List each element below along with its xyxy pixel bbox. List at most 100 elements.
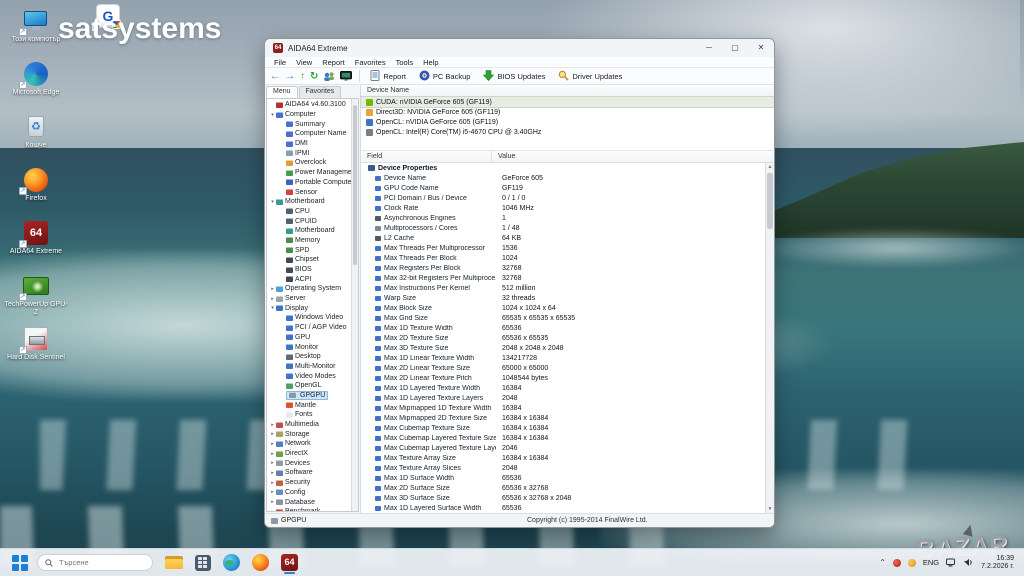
pc-backup-button[interactable]: PC Backup xyxy=(416,70,474,83)
desktop-icon-aida64[interactable]: 64 ↗ AIDA64 Extreme xyxy=(4,220,68,256)
field-value-header[interactable]: Field Value xyxy=(361,151,774,163)
tab-menu[interactable]: Menu xyxy=(266,86,298,98)
search-box[interactable] xyxy=(37,554,153,571)
taskbar-globe-app-icon[interactable] xyxy=(221,552,242,574)
collapse-icon[interactable]: ▾ xyxy=(269,199,276,205)
table-row[interactable]: Max 1D Linear Texture Width 134217728 xyxy=(361,353,765,363)
menu-item-report[interactable]: Report xyxy=(317,58,350,67)
start-button[interactable] xyxy=(12,554,28,571)
tree-item-security[interactable]: ▸ Security xyxy=(267,478,351,488)
tree-item-sensor[interactable]: Sensor xyxy=(267,187,351,197)
expand-icon[interactable]: ▸ xyxy=(269,296,276,302)
tree-item-desktop[interactable]: Desktop xyxy=(267,352,351,362)
table-row[interactable]: Device Name GeForce 605 xyxy=(361,173,765,183)
expand-icon[interactable]: ▸ xyxy=(269,422,276,428)
tree-item-network[interactable]: ▸ Network xyxy=(267,439,351,449)
tree-item-storage[interactable]: ▸ Storage xyxy=(267,429,351,439)
table-row[interactable]: Clock Rate 1046 MHz xyxy=(361,203,765,213)
red-tray-icon[interactable] xyxy=(892,558,901,567)
table-row[interactable]: Max Cubemap Layered Texture Size 16384 x … xyxy=(361,433,765,443)
bios-updates-button[interactable]: BIOS Updates xyxy=(480,69,548,83)
tree-item-multi-monitor[interactable]: Multi-Monitor xyxy=(267,362,351,372)
tree-item-benchmark[interactable]: ▸ Benchmark xyxy=(267,507,351,511)
tree-item-cpu[interactable]: CPU xyxy=(267,207,351,217)
table-row[interactable]: Max 2D Surface Size 65536 x 32768 xyxy=(361,483,765,493)
language-indicator[interactable]: ENG xyxy=(923,558,939,567)
table-row[interactable]: Max 1D Layered Texture Layers 2048 xyxy=(361,393,765,403)
desktop-icon-firefox[interactable]: ↗ Firefox xyxy=(4,167,68,203)
table-row[interactable]: Max Registers Per Block 32768 xyxy=(361,263,765,273)
table-row[interactable]: Max Threads Per Block 1024 xyxy=(361,253,765,263)
tree-item-motherboard[interactable]: Motherboard xyxy=(267,226,351,236)
desktop-icon-edge[interactable]: ↗ Microsoft Edge xyxy=(4,61,68,97)
tree-item-acpi[interactable]: ACPI xyxy=(267,274,351,284)
up-icon[interactable]: ↑ xyxy=(300,69,305,84)
minimize-button[interactable]: ─ xyxy=(696,39,722,57)
search-input[interactable] xyxy=(57,557,127,568)
tree-item-pci-agp-video[interactable]: PCI / AGP Video xyxy=(267,323,351,333)
maximize-button[interactable]: ▢ xyxy=(722,39,748,57)
table-row[interactable]: Max 1D Surface Width 65536 xyxy=(361,473,765,483)
tree-item-config[interactable]: ▸ Config xyxy=(267,488,351,498)
forward-icon[interactable]: → xyxy=(285,69,295,84)
menu-item-file[interactable]: File xyxy=(269,58,291,67)
expand-icon[interactable]: ▸ xyxy=(269,499,276,505)
expand-icon[interactable]: ▸ xyxy=(269,441,276,447)
table-row[interactable]: Multiprocessors / Cores 1 / 48 xyxy=(361,223,765,233)
table-row[interactable]: Max 1D Texture Width 65536 xyxy=(361,323,765,333)
tree-item-database[interactable]: ▸ Database xyxy=(267,497,351,507)
device-row[interactable]: OpenCL: nVIDIA GeForce 605 (GF119) xyxy=(361,117,774,127)
table-row[interactable]: Max Instructions Per Kernel 512 million xyxy=(361,283,765,293)
table-row[interactable]: Max 3D Surface Size 65536 x 32768 x 2048 xyxy=(361,493,765,503)
table-row[interactable]: Asynchronous Engines 1 xyxy=(361,213,765,223)
table-row[interactable]: Max 1D Layered Surface Width 65536 xyxy=(361,503,765,513)
tree-item-windows-video[interactable]: Windows Video xyxy=(267,313,351,323)
tree-item-ipmi[interactable]: IPMI xyxy=(267,148,351,158)
table-row[interactable]: Max Block Size 1024 x 1024 x 64 xyxy=(361,303,765,313)
table-row[interactable]: Max 2D Linear Texture Pitch 1048544 bytes xyxy=(361,373,765,383)
device-row[interactable]: OpenCL: Intel(R) Core(TM) i5-4670 CPU @ … xyxy=(361,127,774,137)
tree-item-computer[interactable]: ▾ Computer xyxy=(267,110,351,120)
taskbar-file-explorer-icon[interactable] xyxy=(163,552,184,574)
device-row[interactable]: CUDA: nVIDIA GeForce 605 (GF119) xyxy=(360,96,774,108)
desktop-icon-gpu-z[interactable]: ↗ TechPowerUp GPU-Z xyxy=(4,273,68,317)
table-row[interactable]: Max 2D Texture Size 65536 x 65535 xyxy=(361,333,765,343)
chevron-up-icon[interactable]: ⌃ xyxy=(879,558,886,567)
table-row[interactable]: Max Mipmapped 2D Texture Size 16384 x 163… xyxy=(361,413,765,423)
tree-scrollbar[interactable] xyxy=(351,99,358,511)
table-row[interactable]: Max Threads Per Multiprocessor 1536 xyxy=(361,243,765,253)
menu-item-favorites[interactable]: Favorites xyxy=(350,58,391,67)
tree-item-monitor[interactable]: Monitor xyxy=(267,342,351,352)
refresh-icon[interactable]: ↻ xyxy=(310,69,318,84)
expand-icon[interactable]: ▸ xyxy=(269,431,276,437)
table-row[interactable]: Max Texture Array Size 16384 x 16384 xyxy=(361,453,765,463)
tree-item-mantle[interactable]: Mantle xyxy=(267,400,351,410)
driver-updates-button[interactable]: Driver Updates xyxy=(555,70,625,83)
tree-item-chipset[interactable]: Chipset xyxy=(267,255,351,265)
tree-item-cpuid[interactable]: CPUID xyxy=(267,216,351,226)
table-row[interactable]: Max 3D Texture Size 2048 x 2048 x 2048 xyxy=(361,343,765,353)
list-scrollbar[interactable]: ▲ ▼ xyxy=(765,163,774,513)
tree-item-gpu[interactable]: GPU xyxy=(267,333,351,343)
scroll-thumb[interactable] xyxy=(767,173,773,229)
tree-item-memory[interactable]: Memory xyxy=(267,236,351,246)
title-bar[interactable]: 64 AIDA64 Extreme ─ ▢ ✕ xyxy=(265,39,774,57)
taskbar-calculator-icon[interactable] xyxy=(192,552,213,574)
table-row[interactable]: L2 Cache 64 KB xyxy=(361,233,765,243)
table-section-row[interactable]: Device Properties xyxy=(361,163,765,173)
table-row[interactable]: Max Grid Size 65535 x 65535 x 65535 xyxy=(361,313,765,323)
scroll-up-icon[interactable]: ▲ xyxy=(766,163,774,171)
table-row[interactable]: Max 1D Layered Texture Width 16384 xyxy=(361,383,765,393)
tree-item-operating-system[interactable]: ▸ Operating System xyxy=(267,284,351,294)
tree-item-devices[interactable]: ▸ Devices xyxy=(267,458,351,468)
volume-icon[interactable] xyxy=(964,558,974,567)
desktop-icon-hd-sentinel[interactable]: ↗ Hard Disk Sentinel xyxy=(4,326,68,362)
scroll-down-icon[interactable]: ▼ xyxy=(766,505,774,513)
taskbar-aida64-icon[interactable]: 64 xyxy=(279,552,300,574)
expand-icon[interactable]: ▸ xyxy=(269,480,276,486)
tree-item-video-modes[interactable]: Video Modes xyxy=(267,371,351,381)
device-list-header[interactable]: Device Name xyxy=(361,85,774,97)
table-row[interactable]: Max Mipmapped 1D Texture Width 16384 xyxy=(361,403,765,413)
collapse-icon[interactable]: ▾ xyxy=(269,305,276,311)
tree-item-server[interactable]: ▸ Server xyxy=(267,294,351,304)
